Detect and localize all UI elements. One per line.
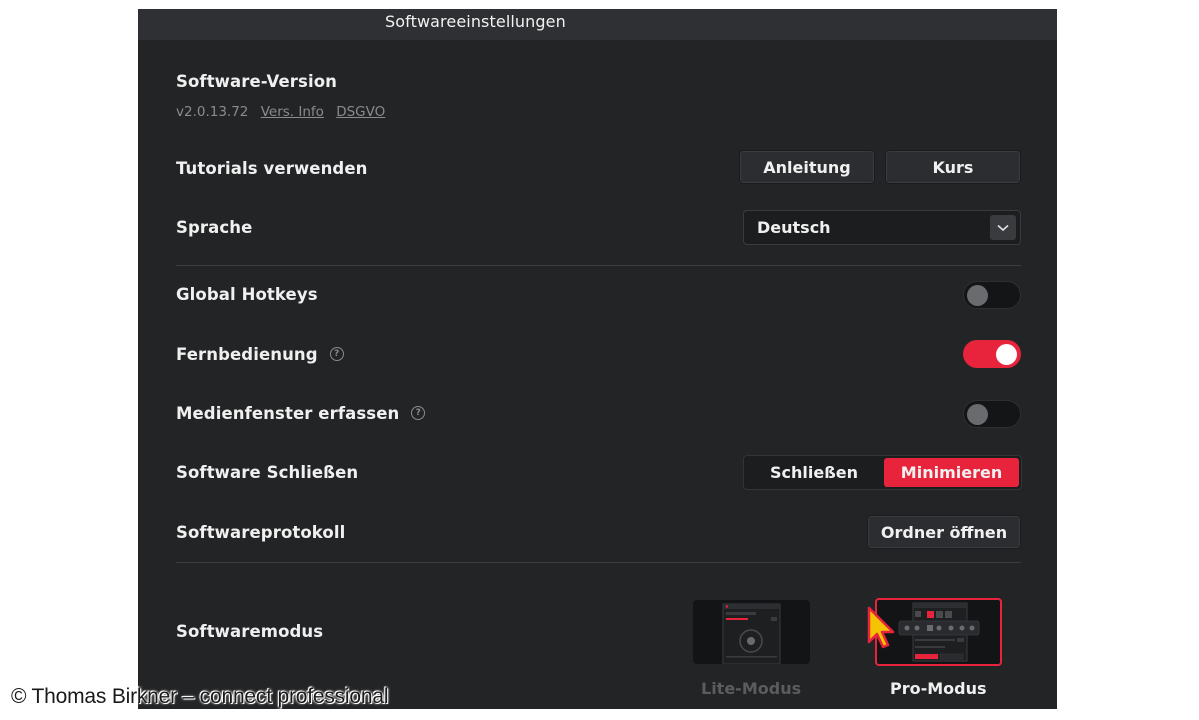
remote-label-row: Fernbedienung? xyxy=(176,345,344,364)
close-option[interactable]: Schließen xyxy=(746,458,882,487)
remote-toggle[interactable] xyxy=(963,340,1021,368)
tutorials-label: Tutorials verwenden xyxy=(176,159,368,178)
close-behavior-label: Software Schließen xyxy=(176,463,359,482)
privacy-link[interactable]: DSGVO xyxy=(336,104,385,120)
window-title: Softwareeinstellungen xyxy=(385,12,566,31)
pro-mode-label: Pro-Modus xyxy=(890,679,987,698)
toggle-knob xyxy=(996,344,1017,365)
course-button[interactable]: Kurs xyxy=(885,150,1021,184)
section-divider xyxy=(176,562,1021,563)
toggle-knob xyxy=(967,404,988,425)
guide-button[interactable]: Anleitung xyxy=(739,150,875,184)
software-log-label: Softwareprotokoll xyxy=(176,523,346,542)
section-divider xyxy=(176,265,1021,266)
open-folder-button[interactable]: Ordner öffnen xyxy=(867,515,1021,549)
minimize-option[interactable]: Minimieren xyxy=(884,458,1019,487)
software-version-label: Software-Version xyxy=(176,72,337,91)
remote-label: Fernbedienung xyxy=(176,345,318,364)
lite-mode-label: Lite-Modus xyxy=(701,679,802,698)
title-bar: Softwareeinstellungen xyxy=(138,9,1057,40)
language-label: Sprache xyxy=(176,218,253,237)
lite-mode-thumbnail[interactable] xyxy=(693,600,810,664)
close-behavior-segmented: Schließen Minimieren xyxy=(743,455,1022,490)
global-hotkeys-toggle[interactable] xyxy=(963,281,1021,309)
capture-toggle[interactable] xyxy=(963,400,1021,428)
capture-label-row: Medienfenster erfassen? xyxy=(176,404,426,423)
language-select[interactable]: Deutsch xyxy=(743,210,1021,245)
capture-label: Medienfenster erfassen xyxy=(176,404,400,423)
question-circle-icon[interactable]: ? xyxy=(411,405,426,420)
mouse-pointer-icon xyxy=(866,605,896,655)
toggle-knob xyxy=(967,285,988,306)
software-mode-label: Softwaremodus xyxy=(176,622,324,641)
settings-window: Softwareeinstellungen Software-Version v… xyxy=(138,9,1057,709)
version-info-link[interactable]: Vers. Info xyxy=(261,104,324,120)
question-circle-icon[interactable]: ? xyxy=(329,346,344,361)
version-row: v2.0.13.72 Vers. Info DSGVO xyxy=(176,104,393,120)
photo-credit: © Thomas Birkner – connect professional xyxy=(11,685,389,708)
chevron-down-icon[interactable] xyxy=(990,215,1016,240)
version-number: v2.0.13.72 xyxy=(176,104,249,120)
language-selected-value: Deutsch xyxy=(757,218,831,237)
global-hotkeys-label: Global Hotkeys xyxy=(176,285,318,304)
